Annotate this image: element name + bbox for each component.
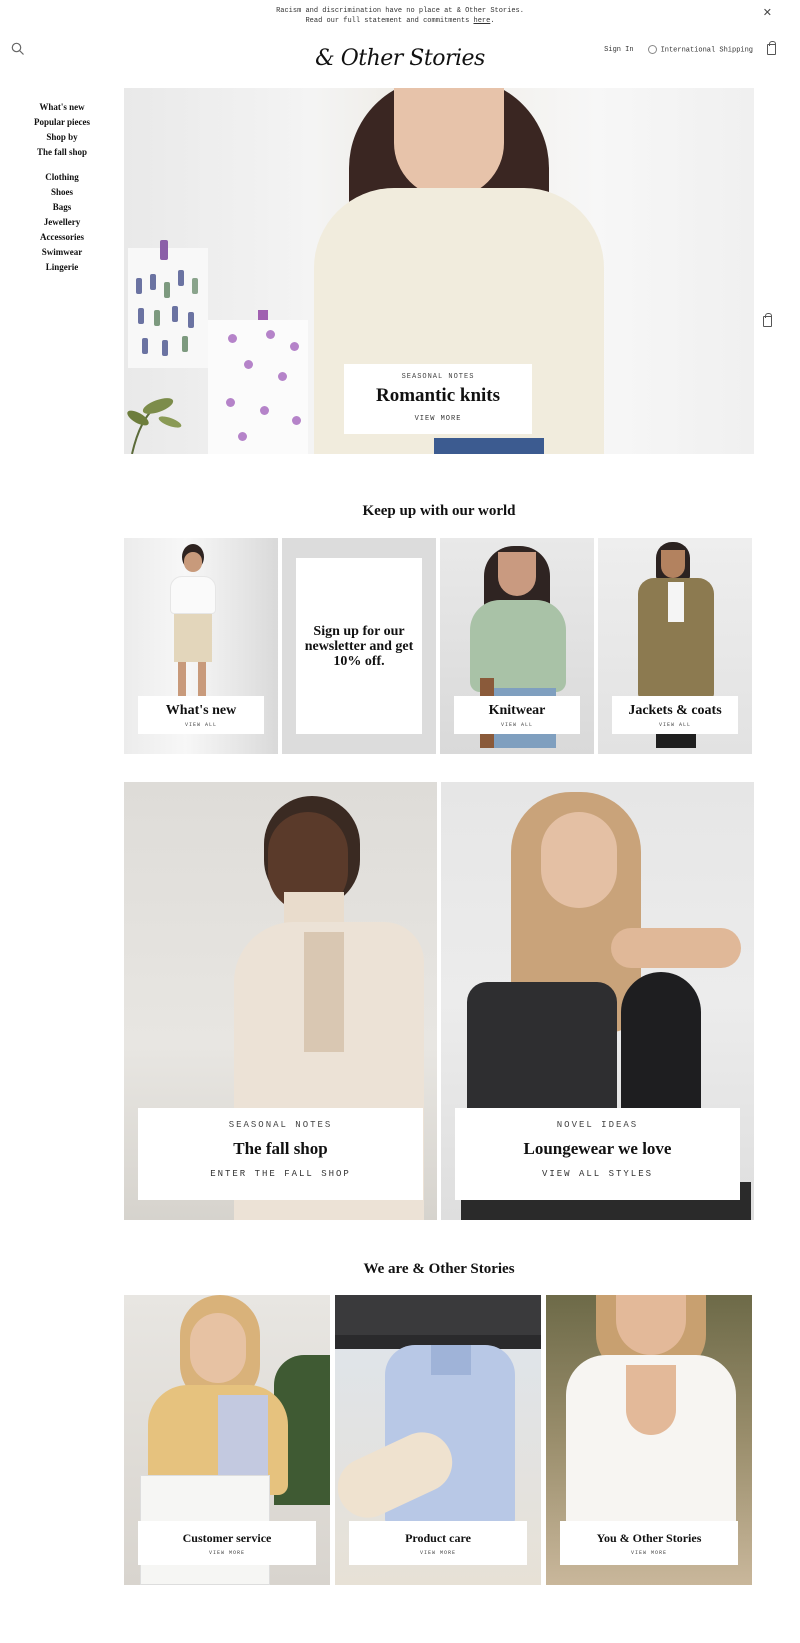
close-icon[interactable]: ✕ xyxy=(763,6,772,19)
nav-item-clothing[interactable]: Clothing xyxy=(0,170,124,185)
hero-eyebrow: SEASONAL NOTES xyxy=(401,373,475,381)
hero-card[interactable]: SEASONAL NOTES Romantic knits VIEW MORE xyxy=(344,364,532,434)
announcement-line2: Read our full statement and commitments … xyxy=(305,17,495,25)
nav-item-swimwear[interactable]: Swimwear xyxy=(0,245,124,260)
announcement-bar: Racism and discrimination have no place … xyxy=(0,0,800,30)
statement-link[interactable]: here xyxy=(474,17,491,25)
nav-item-lingerie[interactable]: Lingerie xyxy=(0,260,124,275)
nav-item-shop-by[interactable]: Shop by xyxy=(0,130,124,145)
model-jeans xyxy=(434,438,544,454)
tile-label-customer-service[interactable]: Customer service VIEW MORE xyxy=(138,1521,316,1565)
nav-item-accessories[interactable]: Accessories xyxy=(0,230,124,245)
feature-loungewear[interactable]: NOVEL IDEAS Loungewear we love VIEW ALL … xyxy=(441,782,754,1220)
hero-banner[interactable]: SEASONAL NOTES Romantic knits VIEW MORE xyxy=(124,88,754,454)
tile-jackets-coats[interactable]: Jackets & coats VIEW ALL xyxy=(598,538,752,754)
tile-label-whats-new[interactable]: What's new VIEW ALL xyxy=(138,696,264,734)
shopping-bag-icon[interactable] xyxy=(767,41,776,55)
tile-view-more-link[interactable]: VIEW MORE xyxy=(349,1550,527,1556)
tile-product-care[interactable]: Product care VIEW MORE xyxy=(335,1295,541,1585)
shipping-selector[interactable]: International Shipping xyxy=(647,44,753,54)
hero-title: Romantic knits xyxy=(375,385,501,406)
tile-view-more-link[interactable]: VIEW MORE xyxy=(138,1550,316,1556)
tile-knitwear[interactable]: Knitwear VIEW ALL xyxy=(440,538,594,754)
nav-item-shoes[interactable]: Shoes xyxy=(0,185,124,200)
tile-title: Customer service xyxy=(182,1531,272,1545)
tile-you-and-other-stories[interactable]: You & Other Stories VIEW MORE xyxy=(546,1295,752,1585)
floating-bag-icon[interactable] xyxy=(763,313,772,327)
tile-title: You & Other Stories xyxy=(596,1531,702,1545)
nav-item-jewellery[interactable]: Jewellery xyxy=(0,215,124,230)
wall-art-dots xyxy=(208,310,308,454)
tile-title: Knitwear xyxy=(488,703,546,718)
tile-title: What's new xyxy=(165,703,237,718)
announcement-text: Racism and discrimination have no place … xyxy=(276,7,524,15)
tile-label-product-care[interactable]: Product care VIEW MORE xyxy=(349,1521,527,1565)
tile-label-knitwear[interactable]: Knitwear VIEW ALL xyxy=(454,696,580,734)
tile-title: Jackets & coats xyxy=(628,703,722,718)
category-nav: What's new Popular pieces Shop by The fa… xyxy=(0,100,124,275)
feature-eyebrow: SEASONAL NOTES xyxy=(228,1120,333,1130)
feature-title: Loungewear we love xyxy=(523,1139,672,1158)
feature-card-loungewear[interactable]: NOVEL IDEAS Loungewear we love VIEW ALL … xyxy=(455,1108,740,1200)
tile-title: Product care xyxy=(405,1531,471,1545)
tile-label-you-and-other-stories[interactable]: You & Other Stories VIEW MORE xyxy=(560,1521,738,1565)
nav-divider xyxy=(0,160,124,170)
tile-newsletter[interactable]: Sign up for our newsletter and get 10% o… xyxy=(282,538,436,754)
nav-item-bags[interactable]: Bags xyxy=(0,200,124,215)
feature-title: The fall shop xyxy=(233,1139,328,1158)
nav-item-whats-new[interactable]: What's new xyxy=(0,100,124,115)
tile-view-all-link[interactable]: VIEW ALL xyxy=(454,722,580,728)
feature-eyebrow: NOVEL IDEAS xyxy=(556,1120,639,1130)
tile-customer-service[interactable]: Customer service VIEW MORE xyxy=(124,1295,330,1585)
plant-image xyxy=(127,398,182,454)
nav-item-fall-shop[interactable]: The fall shop xyxy=(0,145,124,160)
section-title-world: Keep up with our world xyxy=(362,503,516,519)
feature-card-fall-shop[interactable]: SEASONAL NOTES The fall shop ENTER THE F… xyxy=(138,1108,423,1200)
wall-art-strokes xyxy=(128,240,208,368)
sign-in-link[interactable]: Sign In xyxy=(604,46,633,54)
tile-view-more-link[interactable]: VIEW MORE xyxy=(560,1550,738,1556)
globe-icon xyxy=(647,44,657,54)
feature-fall-shop[interactable]: SEASONAL NOTES The fall shop ENTER THE F… xyxy=(124,782,437,1220)
nav-item-popular-pieces[interactable]: Popular pieces xyxy=(0,115,124,130)
tile-label-jackets-coats[interactable]: Jackets & coats VIEW ALL xyxy=(612,696,738,734)
site-header: & Other Stories Sign In International Sh… xyxy=(0,30,800,90)
view-all-styles-link[interactable]: VIEW ALL STYLES xyxy=(455,1169,740,1179)
hero-view-more-link[interactable]: VIEW MORE xyxy=(344,415,532,423)
tile-view-all-link[interactable]: VIEW ALL xyxy=(612,722,738,728)
tile-view-all-link[interactable]: VIEW ALL xyxy=(138,722,264,728)
section-title-about: We are & Other Stories xyxy=(363,1261,515,1277)
model-face xyxy=(394,88,504,198)
enter-fall-shop-link[interactable]: ENTER THE FALL SHOP xyxy=(138,1169,423,1179)
tile-whats-new[interactable]: What's new VIEW ALL xyxy=(124,538,278,754)
newsletter-signup-text[interactable]: Sign up for our newsletter and get 10% o… xyxy=(296,558,422,734)
